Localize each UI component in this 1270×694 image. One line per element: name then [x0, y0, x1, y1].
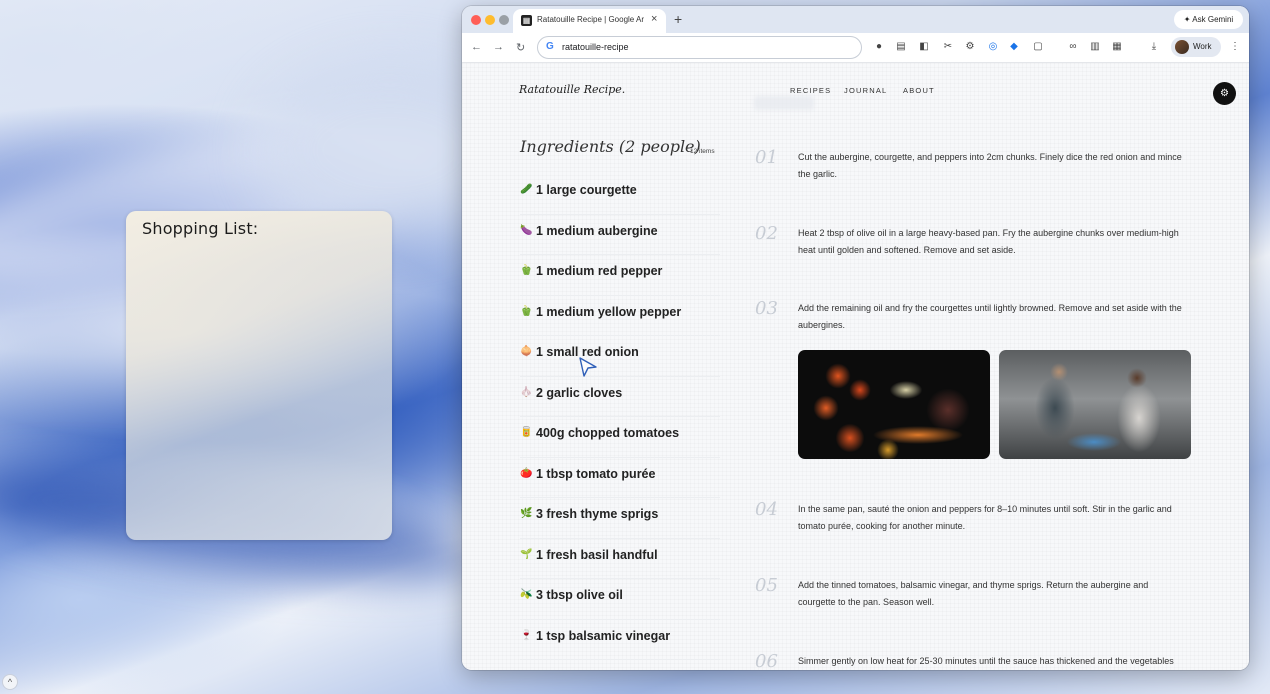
link-icon[interactable]: ∞ [1067, 41, 1079, 53]
step-text: Cut the aubergine, courgette, and pepper… [798, 152, 1182, 179]
extension-icon[interactable]: ⚙ [964, 41, 976, 53]
step-number: 05 [755, 575, 778, 596]
vegetables-photo [798, 350, 990, 459]
red-pepper-icon: 🫑 [520, 265, 533, 276]
more-menu-icon[interactable]: ⋮ [1229, 41, 1241, 53]
extension-icon[interactable]: ● [873, 41, 885, 53]
extension-icon[interactable]: ◧ [918, 41, 930, 53]
ingredients-count: 12 items [690, 148, 715, 155]
step-number: 04 [755, 499, 778, 520]
olive-oil-icon: 🫒 [520, 589, 533, 600]
ingredient-item[interactable]: 🌱 1 fresh basil handful [520, 539, 720, 579]
tomato-can-icon: 🥫 [520, 427, 533, 438]
step-text: Simmer gently on low heat for 25-30 minu… [798, 656, 1174, 666]
reading-mode-icon[interactable]: ▥ [1089, 41, 1101, 53]
settings-button[interactable]: ⚙ [1213, 82, 1236, 105]
ingredient-item[interactable]: 🥫 400g chopped tomatoes [520, 417, 720, 458]
tab-title: Ratatouille Recipe | Google Ar [537, 15, 645, 24]
browser-toolbar: ← → ↻ G ratatouille-recipe ● ▤ ◧ ✂ ⚙ ◎ ◆… [462, 33, 1249, 63]
new-tab-icon[interactable]: + [674, 11, 682, 27]
ingredient-label: 1 fresh basil handful [536, 547, 658, 562]
step-text: In the same pan, sauté the onion and pep… [798, 504, 1172, 531]
shopping-list-title: Shopping List: [142, 219, 259, 238]
ingredient-item[interactable]: 🫑 1 medium yellow pepper [520, 296, 720, 336]
extension-icon[interactable]: ✂ [942, 41, 954, 53]
ingredient-item[interactable]: 🌿 3 fresh thyme sprigs [520, 498, 720, 539]
site-favicon-icon: ▦ [521, 15, 532, 26]
ingredient-item[interactable]: 🧄 2 garlic cloves [520, 377, 720, 417]
ingredients-title: Ingredients (2 people) [520, 137, 701, 156]
step-text: Add the tinned tomatoes, balsamic vinega… [798, 580, 1149, 607]
site-brand[interactable]: Ratatouille Recipe. [519, 83, 625, 96]
basil-icon: 🌱 [520, 548, 533, 560]
thyme-icon: 🌿 [520, 508, 533, 519]
ingredient-label: 3 fresh thyme sprigs [536, 507, 659, 521]
ingredient-item[interactable]: 🫒 3 tbsp olive oil [520, 579, 720, 620]
tab-strip: ▦ Ratatouille Recipe | Google Ar × + ✦ A… [462, 6, 1249, 33]
close-tab-icon[interactable]: × [651, 13, 657, 25]
aubergine-icon: 🍆 [520, 224, 533, 236]
tab-search-icon[interactable]: ▦ [1111, 41, 1123, 53]
url-text: ratatouille-recipe [562, 42, 629, 52]
download-icon[interactable]: ⤓ [1148, 41, 1160, 53]
step-number: 02 [755, 223, 778, 244]
nav-journal[interactable]: JOURNAL [844, 86, 887, 95]
extension-icon[interactable]: ◎ [987, 41, 999, 53]
ingredient-label: 1 medium yellow pepper [536, 304, 682, 319]
extension-icon[interactable]: ◆ [1008, 41, 1020, 53]
ingredient-item[interactable]: 🧅 1 small red onion [520, 336, 720, 377]
ingredient-label: 1 medium red pepper [536, 264, 663, 278]
tab-active[interactable]: ▦ Ratatouille Recipe | Google Ar × [513, 9, 666, 33]
browser-window: ▦ Ratatouille Recipe | Google Ar × + ✦ A… [462, 6, 1249, 670]
nav-about[interactable]: ABOUT [903, 86, 935, 95]
extension-icon[interactable]: ▢ [1032, 41, 1044, 53]
courgette-icon: 🥒 [520, 184, 533, 195]
ingredient-item[interactable]: 🥒 1 large courgette [520, 174, 720, 215]
profile-label: Work [1193, 42, 1212, 51]
step-number: 06 [755, 651, 778, 670]
kitchen-photo [999, 350, 1191, 459]
ask-gemini-button[interactable]: ✦ Ask Gemini [1174, 10, 1243, 29]
reload-icon[interactable]: ↻ [516, 41, 525, 54]
step-text: Add the remaining oil and fry the courge… [798, 303, 1182, 330]
address-bar[interactable]: G ratatouille-recipe [537, 36, 862, 59]
ingredient-label: 2 garlic cloves [536, 385, 623, 400]
minimize-window-button[interactable] [485, 15, 495, 25]
onion-icon: 🧅 [520, 346, 533, 357]
tomato-icon: 🍅 [520, 467, 533, 479]
close-window-button[interactable] [471, 15, 481, 25]
ingredients-list: 🥒 1 large courgette 🍆 1 medium aubergine 🫑… [520, 174, 720, 660]
step-number: 01 [755, 147, 778, 168]
ingredient-label: 400g chopped tomatoes [536, 426, 680, 440]
step-text: Heat 2 tbsp of olive oil in a large heav… [798, 228, 1179, 255]
dock-toggle-button[interactable]: ^ [2, 674, 18, 690]
nav-recipes[interactable]: RECIPES [790, 86, 831, 95]
yellow-pepper-icon: 🫑 [520, 305, 533, 317]
ingredient-label: 1 tsp balsamic vinegar [536, 628, 671, 643]
ingredient-label: 1 tbsp tomato purée [536, 466, 656, 481]
mouse-cursor-icon [579, 357, 597, 377]
avatar [1175, 40, 1189, 54]
garlic-icon: 🧄 [520, 386, 533, 398]
ingredient-item[interactable]: 🍷 1 tsp balsamic vinegar [520, 620, 720, 660]
step-number: 03 [755, 298, 778, 319]
ingredient-item[interactable]: 🫑 1 medium red pepper [520, 255, 720, 296]
ingredient-label: 1 medium aubergine [536, 223, 658, 238]
ingredient-item[interactable]: 🍅 1 tbsp tomato purée [520, 458, 720, 498]
maximize-window-button[interactable] [499, 15, 509, 25]
ingredient-label: 3 tbsp olive oil [536, 588, 623, 602]
forward-icon[interactable]: → [493, 41, 504, 53]
vinegar-icon: 🍷 [520, 629, 533, 641]
ingredient-label: 1 large courgette [536, 183, 637, 197]
profile-button[interactable]: Work [1171, 37, 1221, 57]
header-blur [754, 96, 814, 110]
extension-icon[interactable]: ▤ [895, 41, 907, 53]
back-icon[interactable]: ← [471, 41, 482, 53]
shopping-list-widget[interactable]: Shopping List: [126, 211, 392, 540]
ingredient-item[interactable]: 🍆 1 medium aubergine [520, 215, 720, 255]
google-icon: G [546, 41, 554, 52]
